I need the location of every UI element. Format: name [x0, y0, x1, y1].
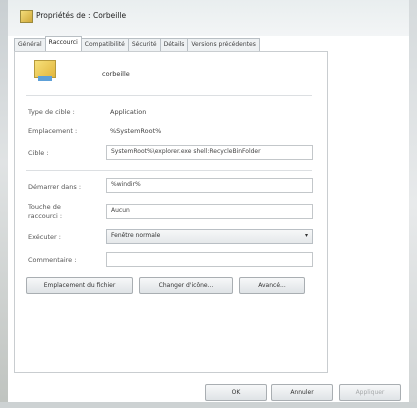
target-type-label: Type de cible : — [28, 108, 75, 116]
apply-button[interactable]: Appliquer — [339, 384, 401, 401]
tab-compatibility[interactable]: Compatibilité — [80, 38, 129, 51]
shortcut-overlay-icon — [38, 76, 52, 81]
shortcut-key-field-value: Aucun — [111, 207, 130, 214]
target-type-value: Application — [110, 108, 147, 116]
chevron-down-icon: ▾ — [304, 232, 308, 239]
start-in-field[interactable]: %windir% — [106, 178, 313, 193]
location-value: %SystemRoot% — [110, 127, 162, 135]
open-file-location-button[interactable]: Emplacement du fichier — [26, 277, 133, 294]
start-in-label: Démarrer dans : — [28, 183, 82, 191]
cancel-button[interactable]: Annuler — [271, 384, 333, 401]
comment-label: Commentaire : — [28, 256, 77, 264]
divider — [26, 95, 312, 96]
advanced-button[interactable]: Avancé... — [239, 277, 305, 294]
ok-button[interactable]: OK — [205, 384, 267, 401]
target-label: Cible : — [28, 149, 49, 157]
shortcut-name: corbeille — [102, 70, 130, 78]
run-label: Exécuter : — [28, 233, 61, 241]
shortcut-key-label-line1: Touche de — [28, 203, 61, 211]
target-field-value: SystemRoot%\explorer.exe shell:RecycleBi… — [111, 148, 261, 155]
tab-security[interactable]: Sécurité — [127, 38, 161, 51]
title-bar[interactable]: Propriétés de : Corbeille — [8, 0, 409, 36]
tab-details[interactable]: Détails — [159, 38, 189, 51]
target-field[interactable]: SystemRoot%\explorer.exe shell:RecycleBi… — [106, 145, 313, 160]
divider — [26, 170, 312, 171]
background-bottom-edge — [0, 402, 417, 408]
shortcut-key-label-line2: raccourci : — [28, 212, 63, 220]
run-select[interactable]: Fenêtre normale ▾ — [106, 229, 313, 244]
tab-shortcut[interactable]: Raccourci — [44, 36, 82, 51]
start-in-field-value: %windir% — [111, 181, 141, 188]
recycle-bin-icon — [20, 10, 33, 23]
background-right-edge — [409, 0, 417, 408]
tab-general[interactable]: Général — [14, 38, 46, 51]
shortcut-key-field[interactable]: Aucun — [106, 204, 313, 219]
window-title: Propriétés de : Corbeille — [36, 11, 127, 20]
run-select-value: Fenêtre normale — [111, 232, 161, 239]
comment-field[interactable] — [106, 252, 313, 267]
location-label: Emplacement : — [28, 127, 78, 135]
change-icon-button[interactable]: Changer d'icône... — [139, 277, 233, 294]
tab-previous-versions[interactable]: Versions précédentes — [187, 38, 260, 51]
background-left-edge — [0, 0, 8, 408]
tab-strip: Général Raccourci Compatibilité Sécurité… — [14, 36, 260, 51]
